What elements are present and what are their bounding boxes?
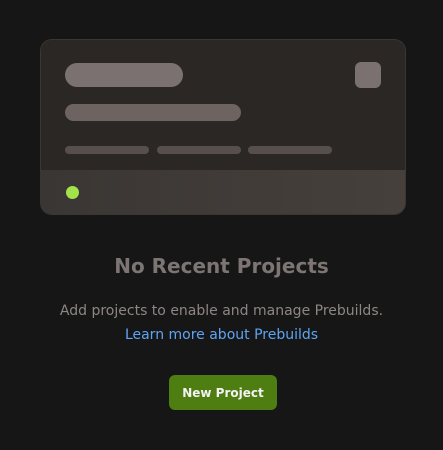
new-project-button[interactable]: New Project [169, 375, 277, 410]
placeholder-meta-bar-3 [248, 146, 332, 154]
placeholder-project-card [40, 39, 406, 215]
empty-state-page: No Recent Projects Add projects to enabl… [0, 0, 443, 450]
placeholder-meta-bar-2 [157, 146, 241, 154]
empty-state-description: Add projects to enable and manage Prebui… [59, 303, 384, 319]
learn-more-prebuilds-link[interactable]: Learn more about Prebuilds [125, 327, 318, 343]
placeholder-subtitle-bar [65, 104, 241, 121]
placeholder-title-bar [65, 63, 183, 87]
placeholder-card-footer [41, 170, 405, 214]
placeholder-meta-bar-1 [65, 146, 149, 154]
status-dot-icon [66, 186, 79, 199]
empty-state-heading: No Recent Projects [114, 254, 329, 278]
placeholder-card-body [41, 40, 405, 170]
learn-more-link-row: Learn more about Prebuilds [0, 327, 443, 343]
placeholder-avatar-square [355, 62, 381, 88]
